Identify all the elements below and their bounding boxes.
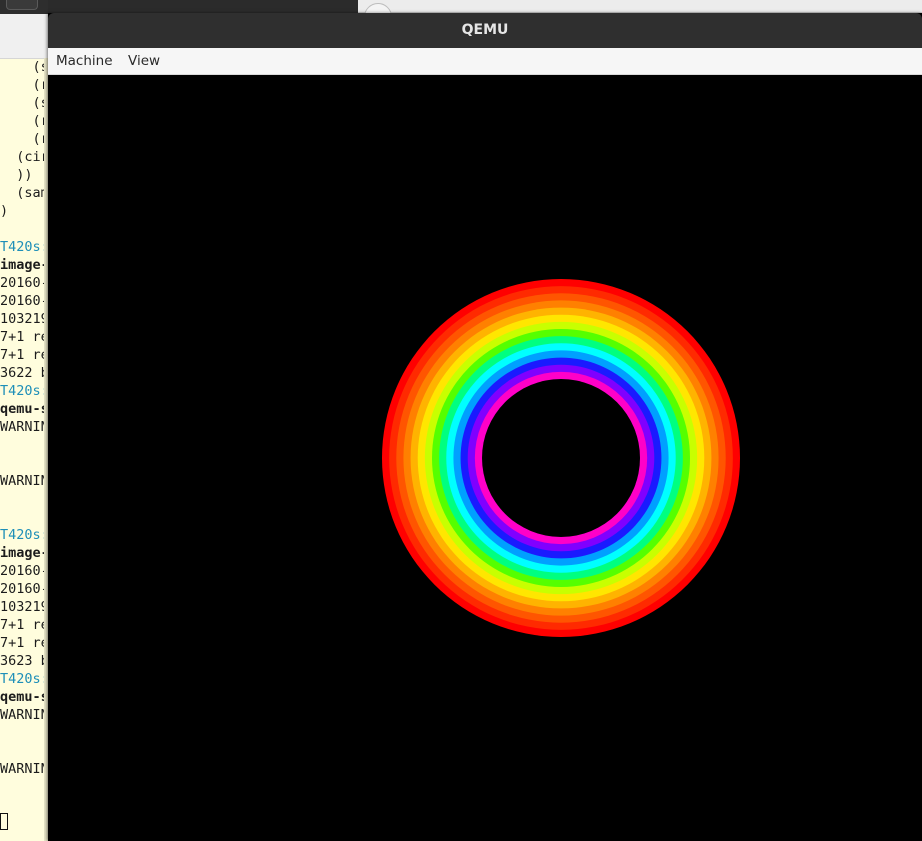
terminal-line: (cir bbox=[0, 149, 48, 165]
terminal-cursor bbox=[0, 813, 8, 830]
menu-view[interactable]: View bbox=[128, 48, 160, 74]
terminal-line: 3622 b bbox=[0, 365, 48, 381]
terminal-line: ) bbox=[0, 203, 9, 219]
background-window-strip bbox=[358, 0, 922, 13]
background-terminal-window[interactable]: (s (r (s (r (r (cir )) (sam) T420s: image-… bbox=[0, 0, 48, 841]
terminal-line: T420s: bbox=[0, 527, 48, 543]
terminal-header-bar bbox=[0, 14, 48, 59]
terminal-line: 20160- bbox=[0, 275, 48, 291]
ring-center bbox=[482, 379, 640, 537]
terminal-line: 7+1 re bbox=[0, 617, 48, 633]
qemu-menubar: Machine View bbox=[48, 48, 922, 75]
terminal-line: (s bbox=[0, 95, 49, 111]
terminal-line: qemu-s bbox=[0, 689, 48, 705]
terminal-line: 20160- bbox=[0, 563, 48, 579]
terminal-line: 20160- bbox=[0, 581, 48, 597]
rainbow-ring-graphic bbox=[382, 279, 740, 637]
terminal-line: (s bbox=[0, 59, 49, 75]
window-title: QEMU bbox=[461, 22, 509, 38]
terminal-line: )) bbox=[0, 167, 33, 183]
terminal-line: 7+1 re bbox=[0, 635, 48, 651]
terminal-line: (r bbox=[0, 131, 49, 147]
terminal-line: (r bbox=[0, 113, 49, 129]
terminal-line: 103219 bbox=[0, 599, 48, 615]
terminal-line: T420s: bbox=[0, 239, 48, 255]
terminal-line: qemu-s bbox=[0, 401, 48, 417]
terminal-line: 20160- bbox=[0, 293, 48, 309]
terminal-line: (r bbox=[0, 77, 49, 93]
terminal-line: 7+1 re bbox=[0, 329, 48, 345]
terminal-line: WARNIN bbox=[0, 419, 48, 435]
terminal-line: 3623 b bbox=[0, 653, 48, 669]
terminal-line: (sam bbox=[0, 185, 48, 201]
terminal-line: WARNIN bbox=[0, 761, 48, 777]
menu-machine[interactable]: Machine bbox=[56, 48, 113, 74]
terminal-line: T420s: bbox=[0, 383, 48, 399]
terminal-line: WARNIN bbox=[0, 707, 48, 723]
terminal-line: WARNIN bbox=[0, 473, 48, 489]
terminal-top-button[interactable] bbox=[6, 0, 38, 10]
terminal-line: 7+1 re bbox=[0, 347, 48, 363]
terminal-line: image- bbox=[0, 257, 48, 273]
qemu-display[interactable] bbox=[48, 75, 922, 841]
terminal-top-bar bbox=[0, 0, 48, 14]
terminal-line: T420s: bbox=[0, 671, 48, 687]
qemu-titlebar[interactable]: QEMU bbox=[48, 13, 922, 48]
terminal-line: 103219 bbox=[0, 311, 48, 327]
qemu-window[interactable]: QEMU Machine View bbox=[48, 13, 922, 841]
terminal-line: image- bbox=[0, 545, 48, 561]
